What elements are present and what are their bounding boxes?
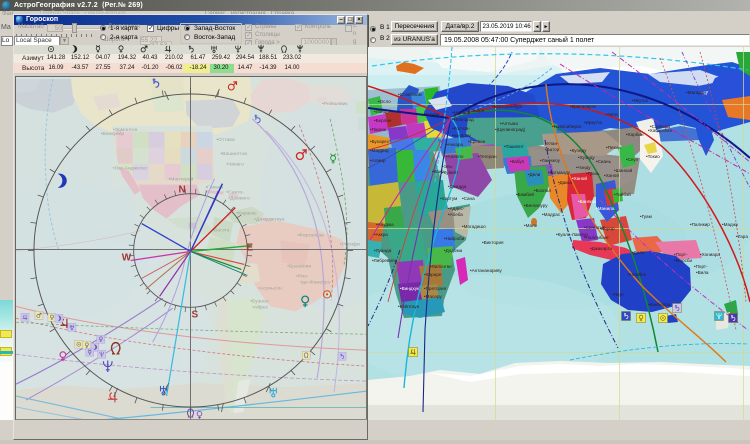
svg-text:•Сиань: •Сиань bbox=[596, 159, 612, 164]
svg-text:•Батор: •Батор bbox=[545, 147, 560, 152]
svg-text:•Бхопал: •Бхопал bbox=[534, 188, 551, 193]
svg-text:S: S bbox=[192, 309, 199, 320]
svg-text:•Абуджа: •Абуджа bbox=[376, 222, 394, 227]
svg-text:•Порт-: •Порт- bbox=[674, 252, 688, 257]
svg-text:•Гуам: •Гуам bbox=[640, 214, 652, 219]
svg-text:•Масеру: •Масеру bbox=[424, 294, 442, 299]
svg-text:•Хабаровск: •Хабаровск bbox=[648, 128, 673, 133]
svg-text:•Алеппо: •Алеппо bbox=[446, 154, 464, 159]
svg-text:•Претория: •Претория bbox=[424, 286, 447, 291]
svg-text:•Хуэнду: •Хуэнду bbox=[578, 155, 595, 160]
svg-text:•Номбен: •Номбен bbox=[628, 272, 647, 277]
svg-text:•Лилонгве: •Лилонгве bbox=[430, 264, 452, 269]
svg-text:•Анкара: •Анкара bbox=[446, 142, 463, 147]
svg-text:•Додома: •Додома bbox=[444, 248, 463, 253]
svg-text:•Дили: •Дили bbox=[632, 250, 645, 255]
svg-text:•Виндхук: •Виндхук bbox=[400, 286, 420, 291]
svg-text:•Хартум: •Хартум bbox=[440, 196, 457, 201]
svg-text:•Бомбей: •Бомбей bbox=[516, 191, 534, 197]
svg-text:•на-Дону: •на-Дону bbox=[452, 133, 471, 138]
svg-text:•Джакарта: •Джакарта bbox=[590, 246, 613, 251]
svg-text:E: E bbox=[246, 242, 253, 253]
svg-text:•Аккра: •Аккра bbox=[374, 232, 388, 237]
svg-text:•Алтына: •Алтына bbox=[500, 121, 518, 126]
svg-text:•Могадишо: •Могадишо bbox=[462, 224, 486, 229]
svg-text:•Париж: •Париж bbox=[370, 127, 387, 132]
svg-text:•Самара: •Самара bbox=[466, 108, 485, 113]
svg-text:•Манила: •Манила bbox=[596, 206, 615, 211]
svg-text:•Стокгольм: •Стокгольм bbox=[398, 92, 422, 97]
svg-text:•Абеба: •Абеба bbox=[448, 212, 463, 217]
svg-text:•Ташкент: •Ташкент bbox=[504, 144, 525, 149]
svg-text:•Антананариву: •Антананариву bbox=[470, 268, 502, 273]
svg-text:•Хониара: •Хониара bbox=[700, 252, 720, 257]
svg-text:•Виктория: •Виктория bbox=[482, 240, 504, 245]
svg-text:•Гуань: •Гуань bbox=[586, 171, 600, 176]
svg-text:•Алжир: •Алжир bbox=[370, 158, 386, 163]
svg-text:•Ланчжоу: •Ланчжоу bbox=[540, 158, 561, 163]
svg-text:W: W bbox=[122, 252, 132, 263]
svg-text:•Лондон: •Лондон bbox=[374, 109, 392, 114]
svg-text:•Улан-: •Улан- bbox=[545, 141, 559, 146]
svg-text:•Ереван: •Ереван bbox=[468, 139, 486, 144]
svg-text:•Кабул: •Кабул bbox=[510, 159, 525, 164]
svg-text:•Пекин: •Пекин bbox=[606, 145, 621, 150]
svg-text:•Аддис-: •Аддис- bbox=[448, 206, 465, 211]
svg-text:•Кейптаун: •Кейптаун bbox=[398, 303, 420, 309]
svg-text:•Ханой: •Ханой bbox=[604, 172, 619, 178]
svg-text:•Корор: •Корор bbox=[600, 226, 615, 231]
svg-text:•Москва: •Москва bbox=[422, 112, 440, 117]
svg-text:•Каир: •Каир bbox=[432, 169, 444, 174]
svg-text:•Мадрид: •Мадрид bbox=[370, 148, 389, 153]
svg-text:•Морсби: •Морсби bbox=[674, 258, 693, 263]
svg-text:•Мадрас: •Мадрас bbox=[542, 212, 561, 217]
svg-text:•Хараре: •Хараре bbox=[424, 272, 442, 277]
svg-text:•Ростов-: •Ростов- bbox=[452, 126, 470, 131]
svg-text:•Маджу: •Маджу bbox=[722, 222, 739, 227]
svg-text:•Бухарест: •Бухарест bbox=[370, 139, 392, 144]
svg-text:N: N bbox=[179, 185, 186, 196]
svg-text:•Джидда: •Джидда bbox=[448, 184, 467, 189]
svg-text:•Магадан: •Магадан bbox=[686, 90, 706, 95]
svg-text:•Новосибирск: •Новосибирск bbox=[552, 124, 582, 129]
svg-text:•Красноярск: •Красноярск bbox=[570, 104, 597, 109]
svg-text:•Осло: •Осло bbox=[378, 99, 391, 104]
svg-text:•Сеул: •Сеул bbox=[626, 157, 639, 162]
svg-text:•Кувейт: •Кувейт bbox=[442, 169, 459, 175]
svg-text:•Тегеран: •Тегеран bbox=[478, 154, 497, 159]
svg-text:•Иркутск: •Иркутск bbox=[584, 120, 603, 125]
svg-text:•Берлин: •Берлин bbox=[374, 118, 392, 123]
svg-text:•Сана: •Сана bbox=[462, 196, 475, 201]
svg-text:•(Целиноград): •(Целиноград) bbox=[495, 127, 526, 132]
svg-text:•Токио: •Токио bbox=[646, 154, 660, 159]
svg-text:•Тара: •Тара bbox=[736, 234, 748, 239]
svg-text:•Куэнду: •Куэнду bbox=[570, 148, 587, 153]
svg-text:•Либревиль: •Либревиль bbox=[372, 258, 398, 263]
svg-text:•Канберра: •Канберра bbox=[648, 302, 671, 307]
svg-text:•Катманду: •Катманду bbox=[548, 170, 571, 175]
svg-text:•Мале: •Мале bbox=[524, 223, 538, 228]
svg-text:•Дели: •Дели bbox=[528, 172, 541, 177]
svg-text:•Перт: •Перт bbox=[612, 292, 625, 297]
svg-text:•Вила: •Вила bbox=[696, 270, 709, 275]
svg-text:•Дакка: •Дакка bbox=[558, 180, 572, 185]
svg-text:•Найроби: •Найроби bbox=[444, 235, 465, 241]
svg-text:•Чита: •Чита bbox=[606, 112, 618, 117]
svg-text:•Порт-: •Порт- bbox=[694, 264, 708, 269]
svg-text:•Екатеринбург: •Екатеринбург bbox=[492, 104, 523, 109]
svg-text:•Тайбэй: •Тайбэй bbox=[614, 191, 631, 197]
svg-text:•Якутск: •Якутск bbox=[632, 98, 649, 103]
svg-text:•Новгород: •Новгород bbox=[452, 117, 474, 122]
svg-text:•Куала-Лампур: •Куала-Лампур bbox=[556, 232, 588, 237]
svg-text:•Бангкок: •Бангкок bbox=[578, 199, 597, 204]
svg-text:•Луанда: •Луанда bbox=[374, 248, 392, 253]
svg-text:•Чэнду: •Чэнду bbox=[576, 165, 591, 170]
svg-text:•Бенгалуру: •Бенгалуру bbox=[524, 203, 548, 208]
svg-text:•Паликир: •Паликир bbox=[690, 222, 710, 227]
svg-text:•Харбин: •Харбин bbox=[626, 132, 644, 137]
